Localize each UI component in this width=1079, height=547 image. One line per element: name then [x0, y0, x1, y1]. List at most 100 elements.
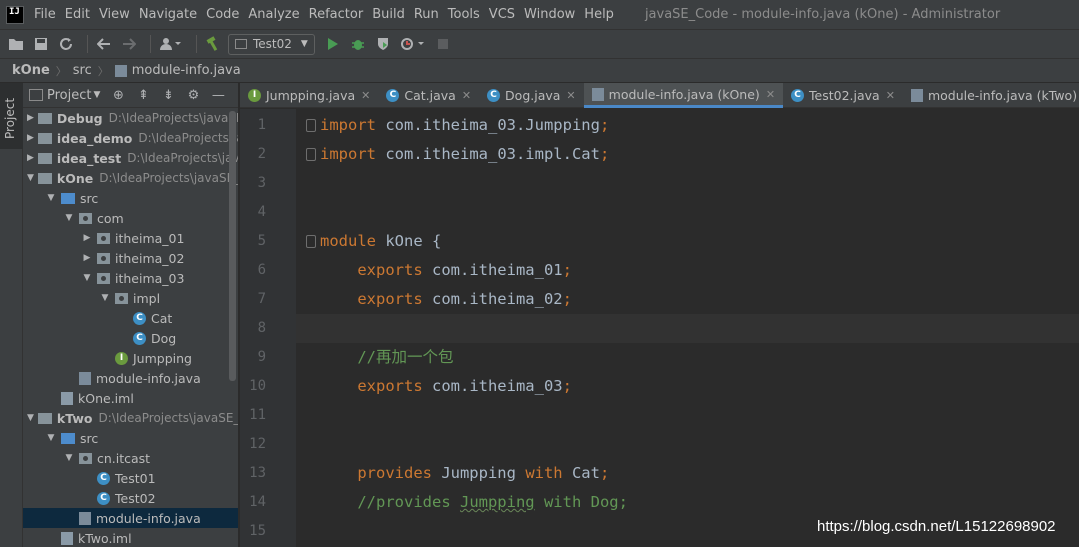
tree-item[interactable]: ▶ Debug D:\IdeaProjects\javaSE_Code\Debug — [23, 108, 238, 128]
breadcrumb-file[interactable]: module-info.java — [132, 63, 241, 78]
tree-item[interactable]: ▶ idea_demo D:\IdeaProjects\javaSE_Code\id… — [23, 128, 238, 148]
forward-arrow-icon[interactable] — [119, 34, 139, 54]
gear-icon[interactable]: ⚙ — [185, 87, 201, 103]
menu-edit[interactable]: Edit — [65, 7, 90, 22]
tree-item[interactable]: ▶CCat — [23, 308, 238, 328]
back-arrow-icon[interactable] — [94, 34, 114, 54]
chevron-right-icon[interactable]: ▶ — [27, 113, 34, 123]
chevron-down-icon[interactable]: ▼ — [45, 433, 57, 443]
tree-item[interactable]: ▼ src — [23, 188, 238, 208]
tree-item[interactable]: ▶CTest01 — [23, 468, 238, 488]
minimize-icon[interactable]: — — [210, 87, 226, 103]
chevron-down-icon[interactable]: ▼ — [81, 273, 93, 283]
close-icon[interactable]: ✕ — [766, 88, 775, 101]
project-view-select[interactable]: Project — [47, 88, 91, 103]
menu-run[interactable]: Run — [414, 7, 439, 22]
menu-analyze[interactable]: Analyze — [248, 7, 299, 22]
tree-item[interactable]: ▼ src — [23, 428, 238, 448]
code-line[interactable]: //provides Jumpping with Dog; — [296, 488, 1079, 517]
coverage-shield-icon[interactable] — [373, 34, 393, 54]
code-line[interactable] — [296, 169, 1079, 198]
tree-item[interactable]: ▼ impl — [23, 288, 238, 308]
code-line[interactable]: import com.itheima_03.Jumpping; — [296, 111, 1079, 140]
tree-item[interactable]: ▼ com — [23, 208, 238, 228]
expand-all-icon[interactable]: ⇞ — [135, 87, 151, 103]
tree-item[interactable]: ▼ kOne D:\IdeaProjects\javaSE_Code\kOne — [23, 168, 238, 188]
code-line[interactable] — [296, 314, 1079, 343]
editor-tab[interactable]: C Dog.java ✕ — [479, 83, 584, 108]
tree-item[interactable]: ▼ cn.itcast — [23, 448, 238, 468]
close-icon[interactable]: ✕ — [361, 89, 370, 102]
chevron-down-icon[interactable]: ▼ — [27, 173, 34, 183]
tree-item[interactable]: ▼ itheima_03 — [23, 268, 238, 288]
tree-item[interactable]: ▼ kTwo D:\IdeaProjects\javaSE_Code\kTwo — [23, 408, 238, 428]
run-configuration-select[interactable]: Test02 ▼ — [228, 33, 315, 55]
locate-target-icon[interactable]: ⊕ — [110, 87, 126, 103]
stop-icon[interactable] — [433, 34, 453, 54]
code-line[interactable]: import com.itheima_03.impl.Cat; — [296, 140, 1079, 169]
code-line[interactable]: //再加一个包 — [296, 343, 1079, 372]
profile-icon[interactable] — [398, 34, 428, 54]
tree-item[interactable]: ▶module-info.java — [23, 368, 238, 388]
chevron-right-icon[interactable]: ▶ — [81, 253, 93, 263]
chevron-down-icon[interactable]: ▼ — [93, 90, 100, 100]
tree-item[interactable]: ▶CTest02 — [23, 488, 238, 508]
menu-vcs[interactable]: VCS — [489, 7, 515, 22]
menu-tools[interactable]: Tools — [448, 7, 480, 22]
editor-tab[interactable]: C Test02.java ✕ — [783, 83, 903, 108]
fold-marker-icon[interactable] — [306, 119, 316, 132]
open-folder-icon[interactable] — [6, 34, 26, 54]
editor-tab[interactable]: module-info.java (kTwo)✕ — [903, 83, 1079, 108]
menu-window[interactable]: Window — [524, 7, 575, 22]
editor-tab[interactable]: I Jumpping.java ✕ — [240, 83, 378, 108]
tree-item[interactable]: ▶ itheima_01 — [23, 228, 238, 248]
tree-item[interactable]: ▶CDog — [23, 328, 238, 348]
menu-view[interactable]: View — [99, 7, 130, 22]
sync-icon[interactable] — [56, 34, 76, 54]
chevron-down-icon[interactable]: ▼ — [99, 293, 111, 303]
menu-file[interactable]: File — [34, 7, 56, 22]
tree-item[interactable]: ▶kTwo.iml — [23, 528, 238, 547]
close-icon[interactable]: ✕ — [462, 89, 471, 102]
chevron-down-icon[interactable]: ▼ — [27, 413, 34, 423]
code-line[interactable] — [296, 401, 1079, 430]
editor-tab[interactable]: module-info.java (kOne) ✕ — [583, 83, 784, 108]
debug-bug-icon[interactable] — [348, 34, 368, 54]
build-hammer-icon[interactable] — [203, 34, 223, 54]
code-editor[interactable]: import com.itheima_03.Jumpping; import co… — [296, 109, 1079, 547]
code-line[interactable]: exports com.itheima_03; — [296, 372, 1079, 401]
run-icon[interactable] — [323, 34, 343, 54]
chevron-right-icon[interactable]: ▶ — [27, 153, 34, 163]
menu-navigate[interactable]: Navigate — [139, 7, 197, 22]
close-icon[interactable]: ✕ — [566, 89, 575, 102]
code-line[interactable]: exports com.itheima_01; — [296, 256, 1079, 285]
code-line[interactable]: module kOne { — [296, 227, 1079, 256]
breadcrumb-src[interactable]: src — [73, 63, 92, 78]
menu-build[interactable]: Build — [372, 7, 405, 22]
menu-help[interactable]: Help — [584, 7, 614, 22]
chevron-down-icon[interactable]: ▼ — [45, 193, 57, 203]
tree-item[interactable]: ▶IJumpping — [23, 348, 238, 368]
user-menu-icon[interactable] — [157, 34, 185, 54]
code-line[interactable] — [296, 198, 1079, 227]
chevron-down-icon[interactable]: ▼ — [63, 453, 75, 463]
tree-item[interactable]: ▶ itheima_02 — [23, 248, 238, 268]
collapse-all-icon[interactable]: ⇟ — [160, 87, 176, 103]
fold-marker-icon[interactable] — [306, 148, 316, 161]
tree-item[interactable]: ▶kOne.iml — [23, 388, 238, 408]
project-tree-scrollbar[interactable] — [229, 111, 236, 381]
breadcrumb-project[interactable]: kOne — [12, 63, 50, 78]
code-line[interactable]: exports com.itheima_02; — [296, 285, 1079, 314]
close-icon[interactable]: ✕ — [886, 89, 895, 102]
project-tool-tab[interactable]: Project — [0, 83, 23, 149]
fold-marker-icon[interactable] — [306, 235, 316, 248]
chevron-down-icon[interactable]: ▼ — [63, 213, 75, 223]
tree-item[interactable]: ▶module-info.java — [23, 508, 238, 528]
code-line[interactable] — [296, 430, 1079, 459]
menu-code[interactable]: Code — [206, 7, 239, 22]
tree-item[interactable]: ▶ idea_test D:\IdeaProjects\javaSE_Code\id… — [23, 148, 238, 168]
chevron-right-icon[interactable]: ▶ — [81, 233, 93, 243]
menu-refactor[interactable]: Refactor — [309, 7, 364, 22]
chevron-right-icon[interactable]: ▶ — [27, 133, 34, 143]
editor-tab[interactable]: C Cat.java ✕ — [378, 83, 479, 108]
